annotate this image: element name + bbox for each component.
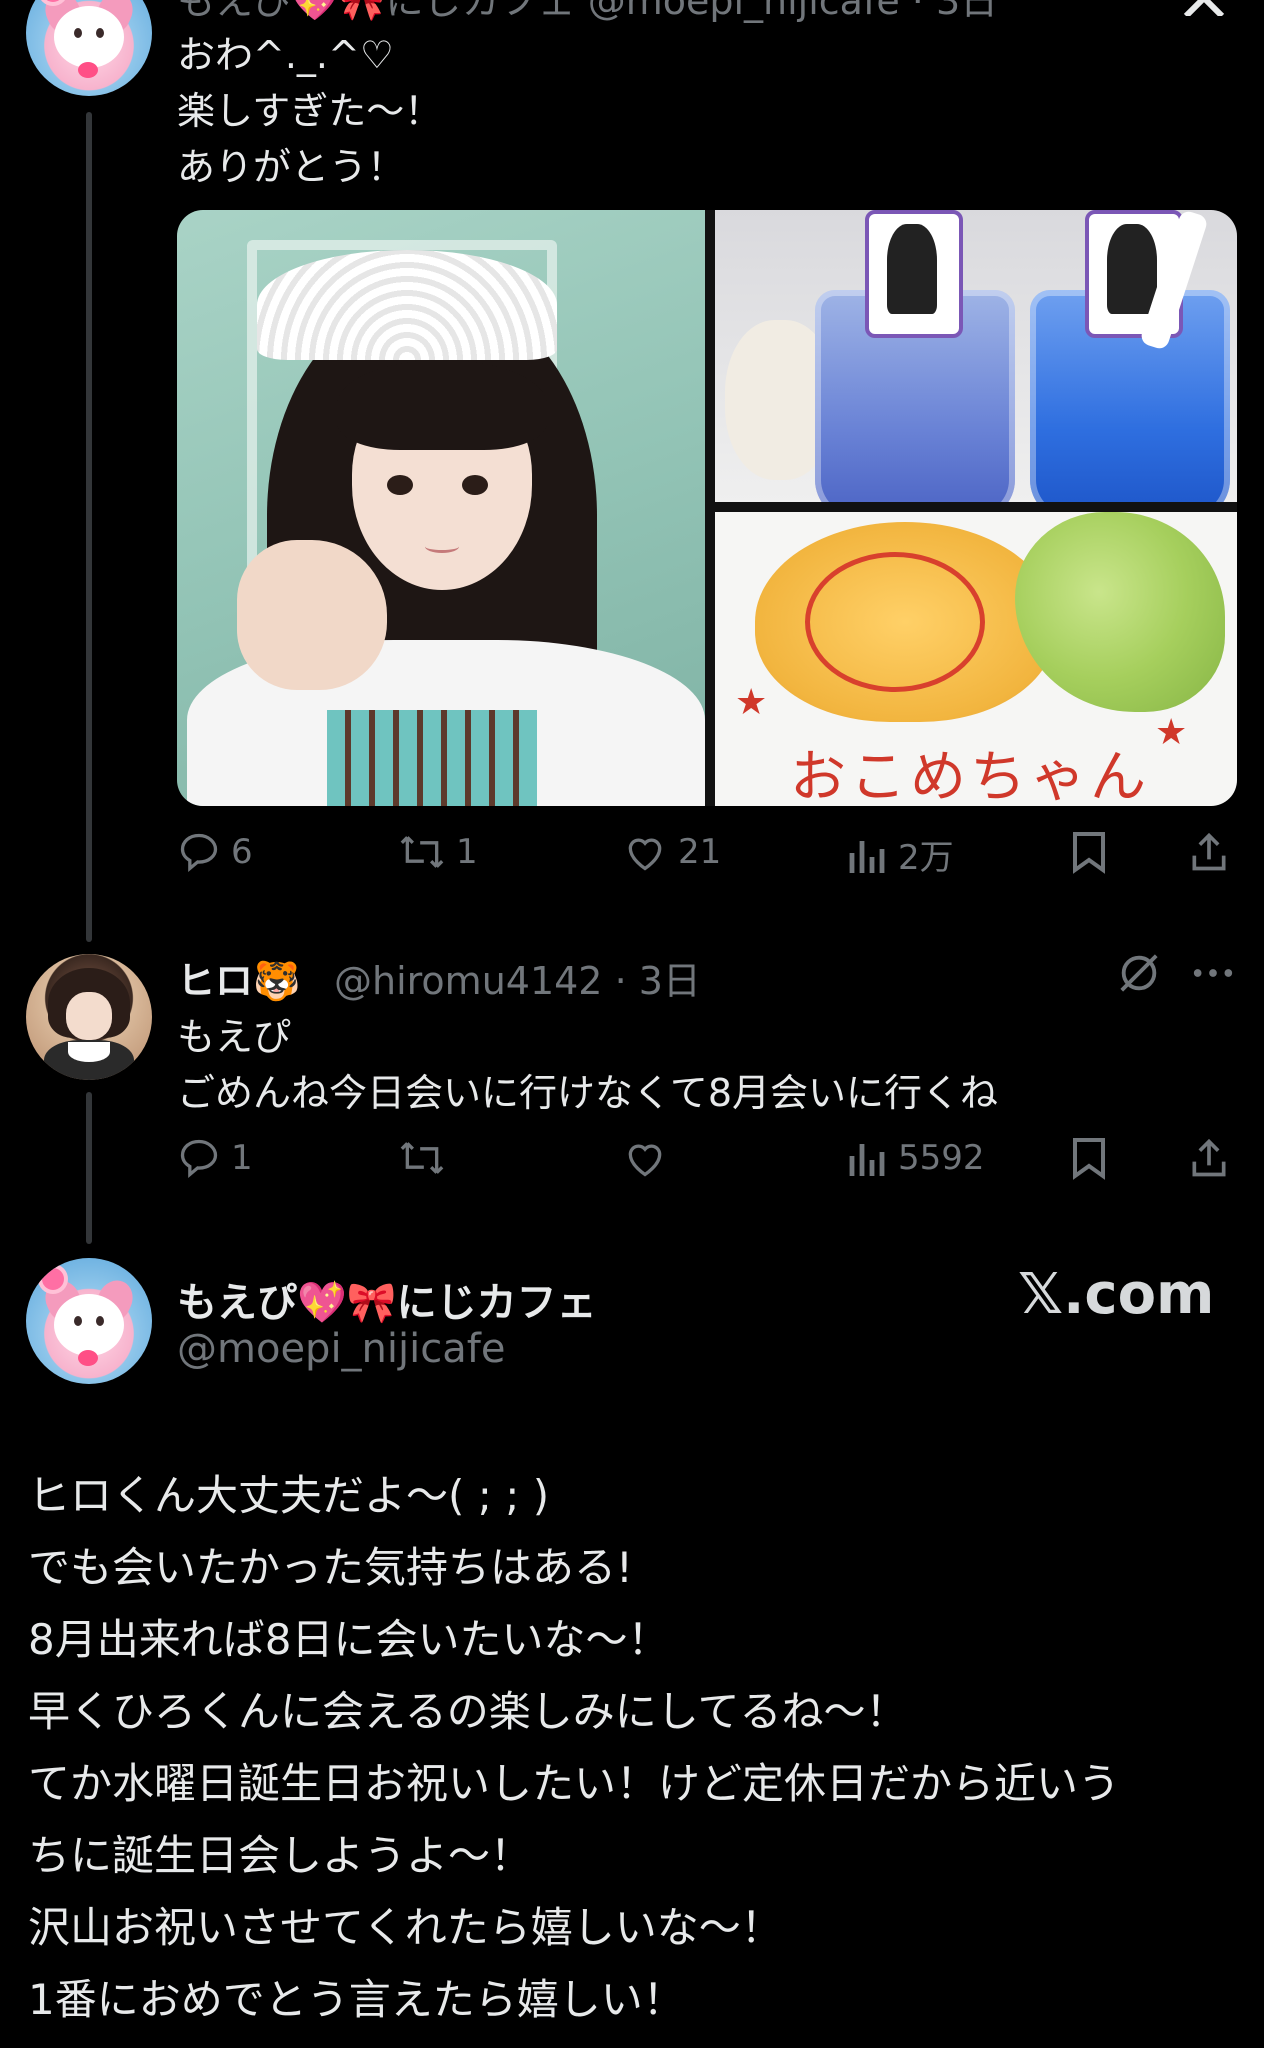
- media-food-writing: おこめちゃん: [790, 745, 1150, 806]
- tweet-text-line: 早くひろくんに会えるの楽しみにしてるね〜！: [28, 1687, 908, 1736]
- tweet-header: もえぴ💖🎀にじカフェ @moepi_nijicafe · 3日: [177, 0, 999, 23]
- heart-icon: [628, 1144, 662, 1177]
- retweet-button[interactable]: 1: [398, 830, 478, 874]
- handle-timestamp[interactable]: @hiromu4142 · 3日: [334, 950, 701, 1005]
- tweet-text-line: 沢山お祝いさせてくれたら嬉しいな〜！: [28, 1903, 783, 1952]
- tweet-text-line: ありがとう！: [177, 145, 406, 189]
- tweet-text-line: 楽しすぎた〜！: [177, 89, 443, 133]
- display-name[interactable]: ヒロ🐯: [177, 950, 300, 1005]
- views-count: 5592: [898, 1138, 985, 1178]
- x-brand-logo: 𝕏.com: [1018, 1262, 1215, 1327]
- reply-button[interactable]: 6: [177, 830, 253, 874]
- reply-icon: [180, 1139, 218, 1179]
- tweet-text-line: もえぴ: [177, 1015, 292, 1059]
- grok-icon[interactable]: [1116, 950, 1162, 1000]
- views-count: 2万: [898, 838, 954, 878]
- views-icon: [849, 840, 885, 873]
- avatar[interactable]: [26, 954, 152, 1080]
- thread-line-2: [86, 1092, 92, 1244]
- more-icon[interactable]: [1190, 950, 1236, 1000]
- tweet-media-grid[interactable]: ★ ★ おこめちゃん: [177, 210, 1237, 806]
- bookmark-button[interactable]: [1070, 830, 1108, 874]
- heart-icon: [628, 838, 662, 871]
- like-count: 21: [678, 832, 722, 872]
- share-button[interactable]: [1188, 830, 1230, 874]
- close-icon[interactable]: [1180, 0, 1228, 20]
- retweet-icon: [400, 1142, 444, 1174]
- tweet-text-line: でも会いたかった気持ちはある!: [28, 1543, 633, 1592]
- reply-count: 1: [231, 1138, 253, 1178]
- tweet-text-line: おわ^._.^♡: [177, 33, 394, 77]
- retweet-icon: [400, 836, 444, 868]
- views-icon: [849, 1144, 885, 1176]
- views-button[interactable]: 5592: [848, 1136, 985, 1180]
- display-name[interactable]: もえぴ💖🎀にじカフェ: [177, 1270, 597, 1328]
- share-icon: [1192, 832, 1226, 871]
- reply-button[interactable]: 1: [177, 1136, 253, 1180]
- tweet-text-line: ちに誕生日会しようよ〜！: [28, 1831, 533, 1880]
- avatar[interactable]: [26, 0, 152, 96]
- views-button[interactable]: 2万: [848, 830, 954, 879]
- retweet-count: 1: [456, 832, 478, 872]
- bookmark-icon: [1073, 1138, 1105, 1180]
- tweet-text-line: ごめんね今日会いに行けなくて8月会いに行くね: [177, 1071, 999, 1115]
- thread-line-1: [86, 112, 92, 942]
- bookmark-button[interactable]: [1070, 1136, 1108, 1180]
- tweet-text-line: 1番におめでとう言えたら嬉しい！: [28, 1975, 685, 2024]
- tweet-text-line: ヒロくん大丈夫だよ〜( ; ; ): [28, 1471, 550, 1520]
- media-photo-selfie[interactable]: [177, 210, 705, 806]
- media-photo-omurice[interactable]: ★ ★ おこめちゃん: [715, 512, 1237, 806]
- retweet-button[interactable]: [398, 1136, 446, 1180]
- avatar[interactable]: [26, 1258, 152, 1384]
- share-button[interactable]: [1188, 1136, 1230, 1180]
- media-photo-drinks[interactable]: [715, 210, 1237, 502]
- tweet-text-line: てか水曜日誕生日お祝いしたい！けど定休日だから近いう: [28, 1759, 1121, 1808]
- tweet-text-line: 8月出来れば8日に会いたいな〜！: [28, 1615, 670, 1664]
- share-icon: [1192, 1138, 1226, 1177]
- bookmark-icon: [1073, 832, 1105, 874]
- reply-icon: [180, 833, 218, 873]
- reply-count: 6: [231, 832, 253, 872]
- like-button[interactable]: [622, 1136, 668, 1180]
- like-button[interactable]: 21: [622, 830, 721, 874]
- handle[interactable]: @moepi_nijicafe: [177, 1326, 505, 1372]
